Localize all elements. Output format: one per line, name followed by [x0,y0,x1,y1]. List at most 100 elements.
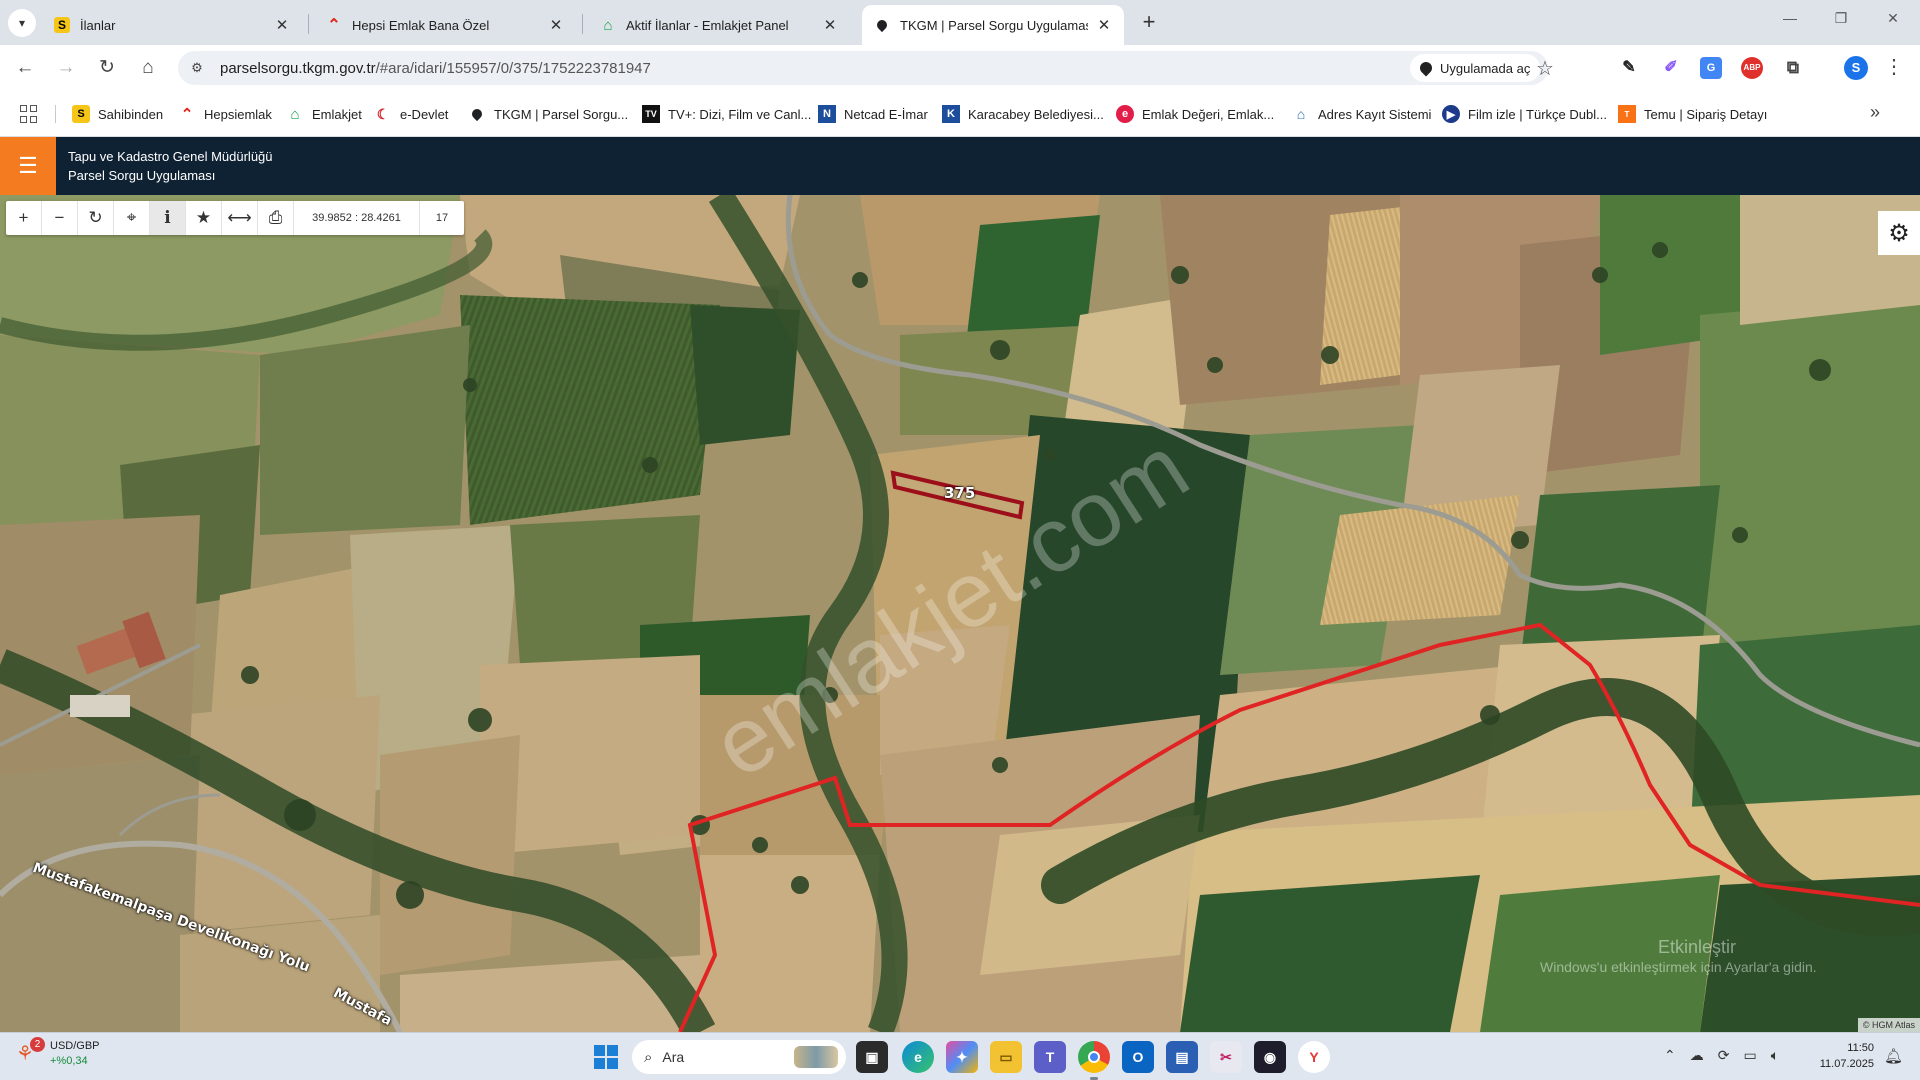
bookmark-temu[interactable]: T Temu | Sipariş Detayı [1618,104,1767,124]
ruler-arrows-icon: ⟷ [227,208,252,227]
close-icon: ✕ [1887,10,1899,26]
weather-widget[interactable]: ⚘ 2 USD/GBP +%0,34 [16,1037,100,1069]
restore-button[interactable]: ❐ [1826,10,1856,34]
taskbar-search[interactable]: ⌕ Ara [632,1040,846,1074]
apps-grid-icon[interactable] [20,105,38,123]
chevron-right-double-icon[interactable]: » [1870,102,1880,123]
bookmark-tvplus[interactable]: TV TV+: Dizi, Film ve Canl... [642,104,811,124]
profile-avatar[interactable]: S [1844,56,1868,80]
onedrive-icon[interactable]: ☁ [1690,1047,1704,1064]
tab-tkgm[interactable]: TKGM | Parsel Sorgu Uygulaması ✕ [862,5,1124,45]
adres-favicon: ⌂ [1296,106,1306,122]
bookmark-hepsiemlak[interactable]: ⌃ Hepsiemlak [178,104,272,124]
outlook-icon[interactable]: O [1122,1041,1154,1073]
hepsiemlak-favicon: ⌃ [180,106,194,123]
app-title: Tapu ve Kadastro Genel Müdürlüğü Parsel … [68,147,273,185]
snipping-tool-icon[interactable]: ✂ [1210,1041,1242,1073]
close-icon[interactable]: ✕ [274,16,290,34]
bookmark-star-icon[interactable]: ☆ [1536,56,1554,81]
app-title-line1: Tapu ve Kadastro Genel Müdürlüğü [68,149,273,164]
bookmark-emlakjet[interactable]: ⌂ Emlakjet [286,104,361,124]
site-info-icon[interactable]: ⚙ [188,59,206,77]
bookmark-adres[interactable]: ⌂ Adres Kayıt Sistemi [1292,104,1432,124]
zoom-in-button[interactable]: + [6,201,42,235]
close-icon[interactable]: ✕ [1096,16,1112,34]
bookmark-edevlet[interactable]: ☾ e-Devlet [374,104,449,124]
printer-icon: ⎙ [268,208,283,227]
info-button[interactable]: i [150,201,186,235]
refresh-button[interactable]: ↻ [78,201,114,235]
locate-button[interactable]: ⌖ [114,201,150,235]
close-icon[interactable]: ✕ [548,16,564,34]
adblock-extension-icon[interactable]: ABP [1741,57,1763,79]
yandex-icon[interactable]: Y [1298,1041,1330,1073]
edge-icon[interactable]: e [902,1041,934,1073]
refresh-icon: ↻ [88,208,103,227]
speaker-icon[interactable]: 🔈︎ [1771,1047,1779,1064]
file-explorer-icon[interactable]: ▭ [990,1041,1022,1073]
parcel-number-label[interactable]: 375 [944,484,975,502]
location-pin-icon [1417,59,1435,77]
extensions-puzzle-icon[interactable]: ⧉ [1782,57,1804,79]
emlak-degeri-favicon: e [1116,105,1134,123]
tab-emlakjet[interactable]: ⌂ Aktif İlanlar - Emlakjet Panel ✕ [588,5,850,45]
url-text[interactable]: parselsorgu.tkgm.gov.tr/#ara/idari/15595… [220,60,651,77]
bookmark-label: Adres Kayıt Sistemi [1318,106,1432,122]
netcad-favicon: N [818,105,836,123]
map-attribution[interactable]: © HGM Atlas [1857,1018,1920,1032]
tab-search-button[interactable]: ▾ [8,9,36,37]
home-button[interactable]: ⌂ [132,52,164,84]
open-in-app-label: Uygulamada aç [1440,60,1531,76]
sahibinden-favicon: S [72,105,90,123]
favorite-button[interactable]: ★ [186,201,222,235]
tab-ilanlar[interactable]: S İlanlar ✕ [42,5,302,45]
widget-title: USD/GBP [50,1040,100,1052]
back-button[interactable]: ← [9,52,41,84]
open-in-app-button[interactable]: Uygulamada aç [1410,54,1541,82]
copilot-icon[interactable]: ✦ [946,1041,978,1073]
reload-button[interactable]: ↻ [91,52,123,84]
eyedropper-extension-icon[interactable]: ✎ [1618,57,1640,79]
bookmark-tkgm[interactable]: TKGM | Parsel Sorgu... [468,104,628,124]
forward-button[interactable]: → [50,52,82,84]
widget-badge: 2 [30,1037,45,1052]
bookmark-film[interactable]: ▶ Film izle | Türkçe Dubl... [1442,104,1607,124]
store-icon[interactable]: ▤ [1166,1041,1198,1073]
pen-extension-icon[interactable]: ✐ [1660,57,1682,79]
bookmark-sahibinden[interactable]: S Sahibinden [72,104,163,124]
notification-bell-icon[interactable]: 🔔︎ [1884,1047,1903,1065]
new-tab-button[interactable]: + [1135,9,1163,37]
translate-extension-icon[interactable]: G [1700,57,1722,79]
camera-app-icon[interactable]: ◉ [1254,1041,1286,1073]
settings-button[interactable]: ⚙ [1878,211,1920,255]
menu-dots-icon[interactable]: ⋮ [1884,54,1904,79]
network-icon[interactable]: ▭ [1743,1047,1756,1064]
print-button[interactable]: ⎙ [258,201,294,235]
karacabey-favicon: K [942,105,960,123]
bookmark-emlak-degeri[interactable]: e Emlak Değeri, Emlak... [1116,104,1274,124]
location-pin-icon [874,17,890,33]
address-bar[interactable]: ⚙ parselsorgu.tkgm.gov.tr/#ara/idari/155… [178,51,1554,85]
close-icon[interactable]: ✕ [822,16,838,34]
menu-button[interactable]: ☰ [0,137,56,195]
measure-button[interactable]: ⟷ [222,201,258,235]
teams-icon[interactable]: T [1034,1041,1066,1073]
clock[interactable]: 11:50 11.07.2025 [1814,1040,1874,1072]
task-view-icon[interactable]: ▣ [856,1041,888,1073]
bookmark-label: Hepsiemlak [204,106,272,122]
star-icon: ★ [195,208,212,227]
zoom-out-button[interactable]: − [42,201,78,235]
close-window-button[interactable]: ✕ [1878,10,1908,34]
minimize-button[interactable]: — [1775,10,1805,34]
start-button[interactable] [594,1045,618,1069]
satellite-map[interactable]: emlakjet.com 375 Mustafakemalpaşa Develi… [0,195,1920,1032]
chevron-up-icon[interactable]: ⌃ [1664,1047,1676,1064]
chrome-icon[interactable] [1078,1041,1110,1073]
browser-toolbar: ← → ↻ ⌂ ⚙ parselsorgu.tkgm.gov.tr/#ara/i… [0,45,1920,91]
sync-icon[interactable]: ⟳ [1718,1047,1730,1064]
app-title-line2: Parsel Sorgu Uygulaması [68,168,216,183]
bookmark-karacabey[interactable]: K Karacabey Belediyesi... [942,104,1104,124]
bookmark-netcad[interactable]: N Netcad E-İmar [818,104,928,124]
tab-hepsiemlak[interactable]: ⌃ Hepsi Emlak Bana Özel ✕ [314,5,576,45]
chevron-down-icon: ▾ [18,16,26,30]
